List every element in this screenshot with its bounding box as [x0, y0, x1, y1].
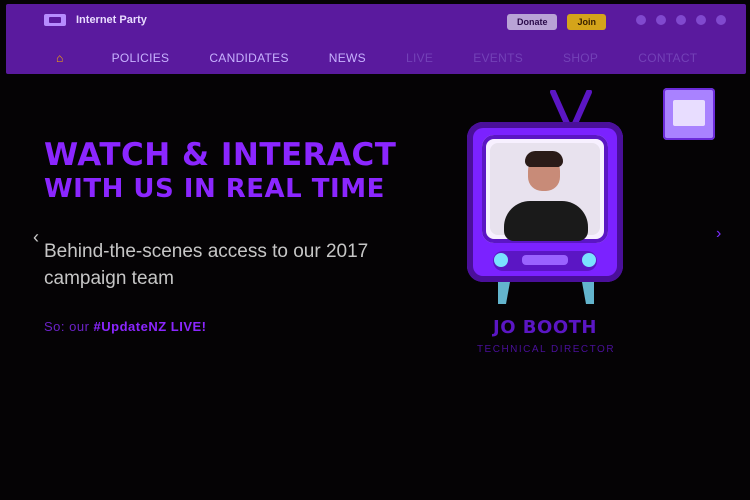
nav-contact[interactable]: CONTACT: [638, 51, 697, 65]
presenter-shirt: [504, 201, 588, 241]
live-thumbnail[interactable]: [663, 88, 715, 140]
top-actions: Donate Join: [506, 14, 606, 30]
headline-line-1: WATCH & INTERACT: [44, 137, 397, 173]
social-links: [636, 15, 726, 25]
nav-shop[interactable]: SHOP: [563, 51, 598, 65]
cta-hashtag[interactable]: #UpdateNZ LIVE!: [94, 319, 207, 334]
facebook-icon[interactable]: [636, 15, 646, 25]
tv-frame: [467, 122, 623, 282]
nav-candidates[interactable]: CANDIDATES: [209, 51, 288, 65]
tv-knob-right-icon: [582, 253, 596, 267]
tv-screen: [482, 135, 608, 243]
home-icon[interactable]: ⌂: [56, 51, 64, 65]
nav-events[interactable]: EVENTS: [473, 51, 523, 65]
chevron-right-icon[interactable]: ›: [716, 226, 726, 242]
google-plus-icon[interactable]: [716, 15, 726, 25]
brand[interactable]: Internet Party: [44, 14, 147, 26]
donate-button[interactable]: Donate: [506, 14, 558, 30]
youtube-icon[interactable]: [676, 15, 686, 25]
join-button[interactable]: Join: [567, 14, 606, 30]
tv-legs-icon: [498, 282, 594, 304]
nav-news[interactable]: NEWS: [329, 51, 366, 65]
presenter-hair: [525, 151, 563, 167]
tv-knob-left-icon: [494, 253, 508, 267]
instagram-icon[interactable]: [696, 15, 706, 25]
hero-cta[interactable]: So: our #UpdateNZ LIVE!: [44, 319, 207, 334]
brand-name: Internet Party: [76, 14, 147, 26]
hero-headline: WATCH & INTERACT WITH US IN REAL TIME: [44, 137, 396, 205]
headline-line-2: WITH US IN REAL TIME: [44, 174, 385, 204]
nav-policies[interactable]: POLICIES: [112, 51, 170, 65]
hero-subhead: Behind-the-scenes access to our 2017 cam…: [44, 241, 369, 289]
cta-prefix: So: our: [44, 319, 90, 334]
presenter-role: TECHNICAL DIRECTOR: [476, 344, 616, 355]
presenter-name: JO BOOTH: [493, 317, 597, 338]
logo-icon: [44, 14, 66, 26]
thumbnail-image: [673, 100, 705, 126]
tv-slot: [522, 255, 568, 265]
twitter-icon[interactable]: [656, 15, 666, 25]
main-nav: ⌂ POLICIES CANDIDATES NEWS LIVE EVENTS S…: [56, 51, 697, 65]
nav-live[interactable]: LIVE: [406, 51, 433, 65]
top-bar: Internet Party Donate Join ⌂ POLICIES CA…: [6, 4, 746, 74]
